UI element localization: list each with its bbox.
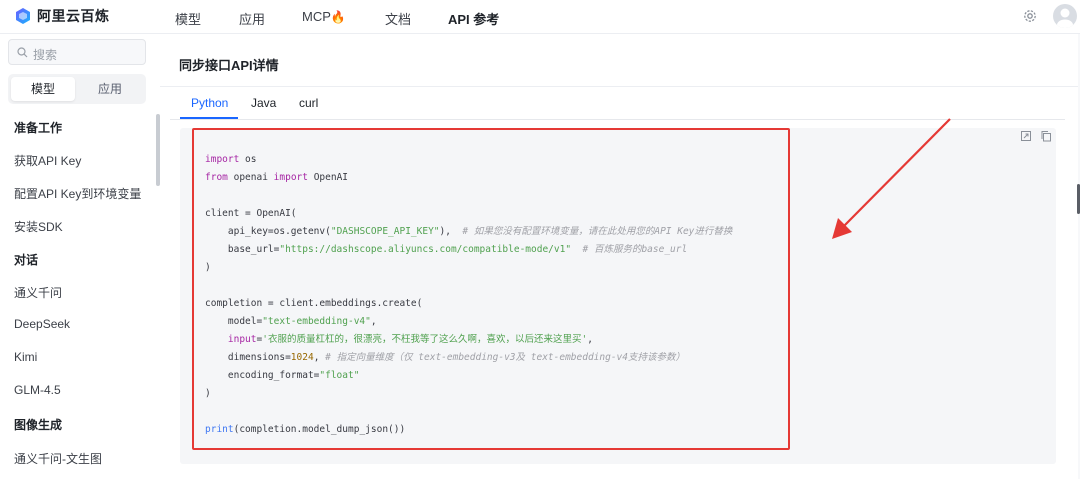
user-icon xyxy=(1057,8,1073,28)
sidebar-item-qwen[interactable]: 通义千问 xyxy=(14,284,62,301)
sidebar-group-chat[interactable]: 对话 xyxy=(14,251,38,268)
app-name: 阿里云百炼 xyxy=(37,8,110,24)
nav-item-models[interactable]: 模型 xyxy=(175,9,201,28)
sidebar: 搜索 模型 应用 准备工作 获取API Key 配置API Key到环境变量 安… xyxy=(0,34,160,479)
sidebar-group-prepare[interactable]: 准备工作 xyxy=(14,119,62,136)
open-editor-icon[interactable] xyxy=(1020,130,1032,142)
sidebar-item-deepseek[interactable]: DeepSeek xyxy=(14,317,70,331)
sidebar-item-glm[interactable]: GLM-4.5 xyxy=(14,383,61,397)
top-nav: 阿里云百炼 模型 应用 MCP🔥 文档 API 参考 xyxy=(0,0,1080,34)
search-placeholder: 搜索 xyxy=(33,48,58,62)
segment-models[interactable]: 模型 xyxy=(11,77,75,101)
avatar[interactable] xyxy=(1053,4,1077,28)
sidebar-item-qwen-text-to-image[interactable]: 通义千问-文生图 xyxy=(14,450,102,467)
page-title: 同步接口API详情 xyxy=(179,58,279,73)
nav-item-api-reference[interactable]: API 参考 xyxy=(448,9,499,28)
copy-icon[interactable] xyxy=(1040,130,1052,142)
app-logo[interactable]: 阿里云百炼 xyxy=(14,6,110,26)
sidebar-item-kimi[interactable]: Kimi xyxy=(14,350,37,364)
sidebar-item-get-api-key[interactable]: 获取API Key xyxy=(14,152,81,169)
sidebar-item-config-api-key[interactable]: 配置API Key到环境变量 xyxy=(14,185,141,202)
sidebar-item-install-sdk[interactable]: 安装SDK xyxy=(14,218,63,235)
search-input[interactable]: 搜索 xyxy=(8,39,146,65)
tab-python[interactable]: Python xyxy=(191,96,228,110)
nav-item-mcp-label: MCP xyxy=(302,9,331,24)
nav-item-docs[interactable]: 文档 xyxy=(385,9,411,28)
tab-divider xyxy=(170,119,1065,120)
tab-curl[interactable]: curl xyxy=(299,96,318,110)
sidebar-group-image-gen[interactable]: 图像生成 xyxy=(14,416,62,433)
segment-switch: 模型 应用 xyxy=(8,74,146,104)
title-divider xyxy=(160,86,1078,87)
search-icon xyxy=(17,47,28,58)
logo-icon xyxy=(16,8,30,24)
code-highlight-box xyxy=(192,128,790,450)
tab-java[interactable]: Java xyxy=(251,96,276,110)
main-content: 同步接口API详情 Python Java curl import os fro… xyxy=(160,34,1080,479)
code-toolbar xyxy=(1016,128,1056,146)
segment-apps[interactable]: 应用 xyxy=(78,77,142,101)
gear-icon[interactable] xyxy=(1022,8,1038,24)
fire-icon: 🔥 xyxy=(330,10,346,24)
nav-item-apps[interactable]: 应用 xyxy=(239,9,265,28)
nav-item-mcp[interactable]: MCP🔥 xyxy=(302,9,346,24)
api-detail-panel: 同步接口API详情 Python Java curl import os fro… xyxy=(160,34,1078,479)
